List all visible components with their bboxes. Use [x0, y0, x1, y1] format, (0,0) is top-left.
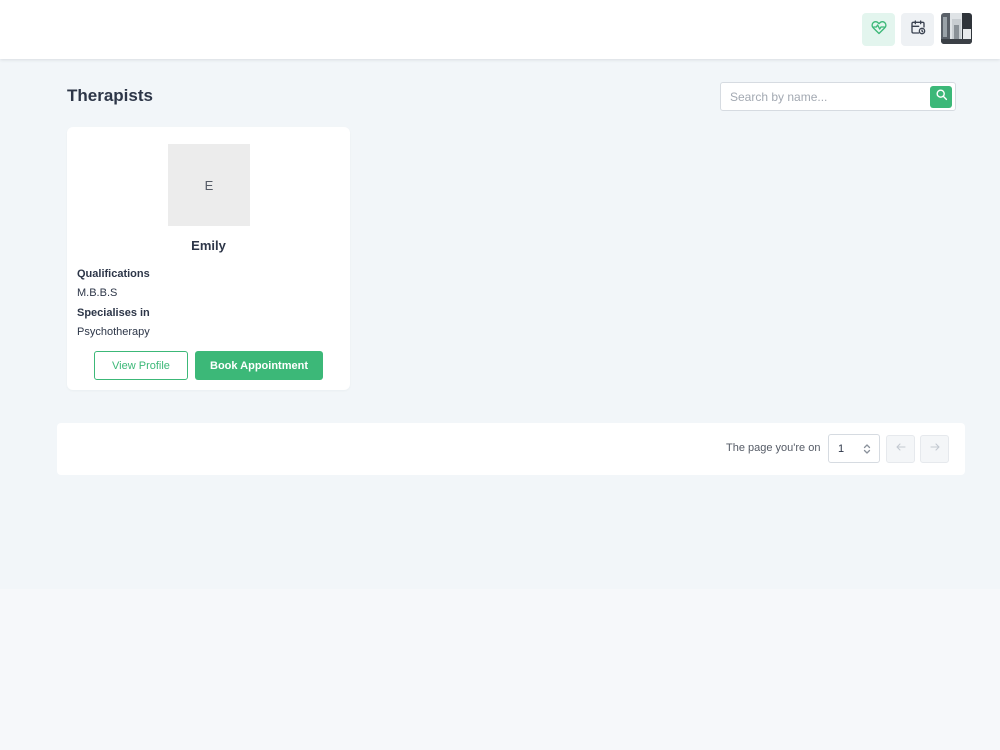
view-profile-button[interactable]: View Profile — [94, 351, 188, 380]
qualifications-value: M.B.B.S — [77, 287, 118, 299]
search-input[interactable] — [721, 83, 926, 110]
page-title: Therapists — [67, 86, 153, 105]
calendar-clock-icon — [910, 19, 926, 40]
up-down-chevron-icon — [862, 442, 872, 461]
page-select[interactable]: 1 — [828, 434, 880, 463]
footer-background — [0, 589, 1000, 750]
pagination-bar: The page you're on 1 — [57, 423, 965, 475]
search-button[interactable] — [930, 86, 952, 108]
search-icon — [935, 88, 948, 106]
arrow-left-icon — [895, 440, 907, 458]
next-page-button[interactable] — [920, 435, 949, 463]
search-box — [720, 82, 956, 111]
therapist-avatar: E — [168, 144, 250, 226]
book-appointment-button[interactable]: Book Appointment — [195, 351, 323, 380]
health-button[interactable] — [862, 13, 895, 46]
previous-page-button[interactable] — [886, 435, 915, 463]
qualifications-label: Qualifications — [77, 268, 150, 280]
top-navigation-bar — [0, 0, 1000, 59]
specialises-label: Specialises in — [77, 307, 150, 319]
arrow-right-icon — [929, 440, 941, 458]
page-select-value: 1 — [838, 443, 845, 455]
user-avatar[interactable] — [941, 13, 972, 44]
therapist-name: Emily — [191, 238, 226, 253]
pagination-label: The page you're on — [726, 442, 821, 454]
appointments-button[interactable] — [901, 13, 934, 46]
specialisation-value: Psychotherapy — [77, 326, 150, 338]
therapist-card: E Emily Qualifications M.B.B.S Specialis… — [67, 127, 350, 390]
heart-pulse-icon — [870, 19, 887, 40]
